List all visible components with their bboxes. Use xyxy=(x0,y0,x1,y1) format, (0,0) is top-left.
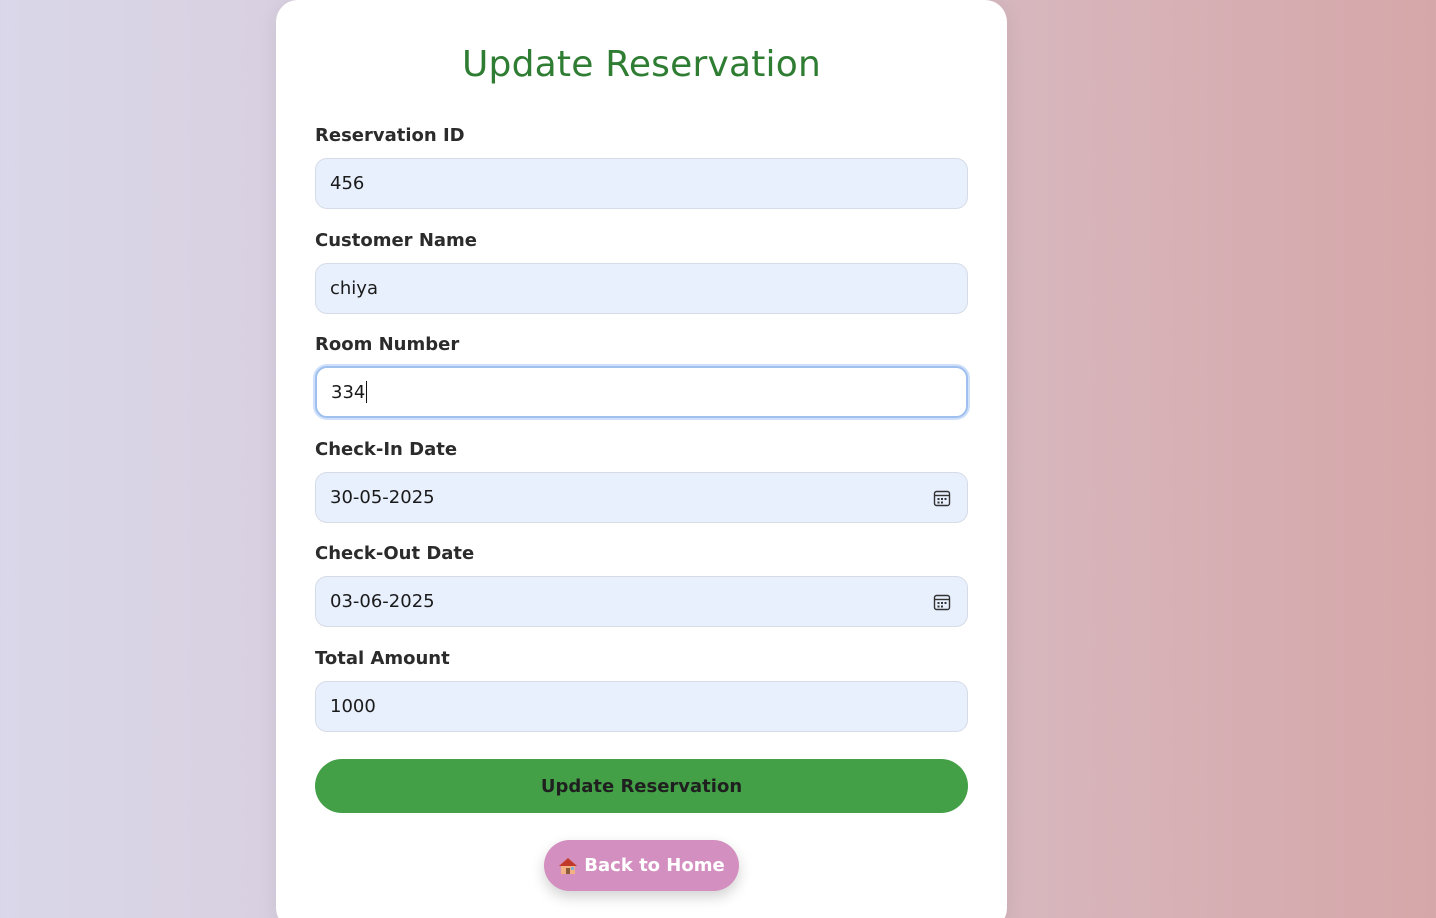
update-reservation-button[interactable]: Update Reservation xyxy=(315,759,968,813)
total-amount-value: 1000 xyxy=(330,696,376,717)
check-out-date-value: 03-06-2025 xyxy=(330,591,435,612)
check-out-date-input[interactable]: 03-06-2025 xyxy=(315,576,968,627)
room-number-input[interactable]: 334 xyxy=(315,366,968,418)
update-reservation-button-label: Update Reservation xyxy=(540,775,743,797)
back-to-home-button[interactable]: Back to Home xyxy=(544,840,739,891)
customer-name-label: Customer Name xyxy=(315,230,477,251)
reservation-id-input[interactable]: 456 xyxy=(315,158,968,209)
check-in-date-input[interactable]: 30-05-2025 xyxy=(315,472,968,523)
calendar-icon[interactable] xyxy=(933,489,951,507)
check-in-date-label: Check-In Date xyxy=(315,439,458,460)
reservation-id-label: Reservation ID xyxy=(315,125,465,146)
reservation-card: Update Reservation Reservation ID 456 Cu… xyxy=(276,0,1007,918)
house-icon xyxy=(559,857,578,874)
room-number-label: Room Number xyxy=(315,334,460,355)
total-amount-input[interactable]: 1000 xyxy=(315,681,968,732)
check-in-date-value: 30-05-2025 xyxy=(330,487,435,508)
text-caret xyxy=(366,381,368,403)
check-out-date-label: Check-Out Date xyxy=(315,543,475,564)
room-number-value: 334 xyxy=(331,381,366,403)
back-to-home-label: Back to Home xyxy=(584,855,725,876)
customer-name-input[interactable]: chiya xyxy=(315,263,968,314)
page-title: Update Reservation xyxy=(462,44,821,85)
calendar-icon[interactable] xyxy=(933,593,951,611)
customer-name-value: chiya xyxy=(330,278,378,299)
reservation-id-value: 456 xyxy=(330,173,365,194)
total-amount-label: Total Amount xyxy=(315,648,450,669)
